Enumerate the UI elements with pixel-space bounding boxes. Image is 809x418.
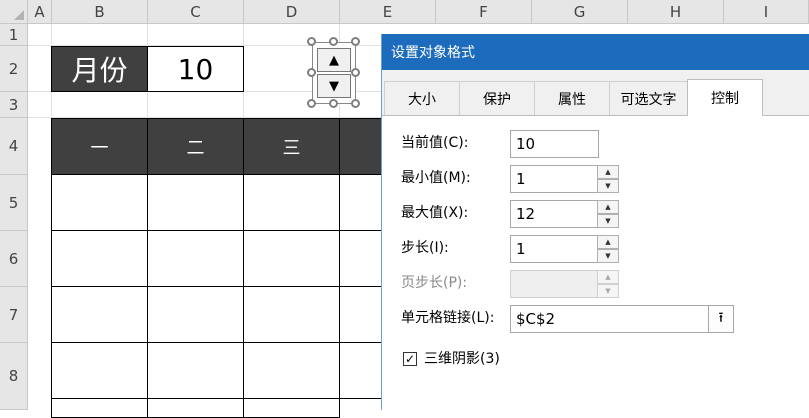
checkmark-icon: ✓	[404, 352, 416, 366]
triangle-up-icon: ▲	[605, 168, 611, 176]
column-header-i[interactable]: I	[724, 0, 809, 24]
table-cell[interactable]	[51, 286, 148, 343]
current-value-input[interactable]: 10	[510, 130, 599, 158]
table-cell[interactable]	[51, 398, 148, 418]
row-header-8[interactable]: 8	[0, 343, 28, 410]
min-value-stepper[interactable]: ▲ ▼	[597, 165, 619, 193]
row-header-3[interactable]: 3	[0, 92, 28, 118]
column-header-h[interactable]: H	[628, 0, 724, 24]
stepper-down-button: ▼	[597, 284, 619, 298]
tab-alt-text[interactable]: 可选文字	[609, 81, 688, 115]
row-header-4[interactable]: 4	[0, 118, 28, 175]
select-all-corner[interactable]	[0, 0, 28, 24]
column-header-b[interactable]: B	[52, 0, 148, 24]
table-cell[interactable]	[243, 398, 340, 418]
spin-button-control[interactable]: ▲ ▼	[312, 42, 356, 104]
row-header-7[interactable]: 7	[0, 287, 28, 343]
3d-shading-label[interactable]: 三维阴影(3)	[424, 348, 500, 368]
format-object-dialog: 设置对象格式 大小 保护 属性 可选文字 控制 当前值(C): 10 最小值(M…	[381, 34, 809, 410]
triangle-down-icon: ▼	[605, 182, 611, 190]
step-input[interactable]: 1	[510, 235, 598, 263]
min-value-label: 最小值(M):	[401, 170, 471, 186]
table-header-cell[interactable]: 二	[147, 118, 244, 175]
resize-handle[interactable]	[329, 99, 338, 108]
tab-properties[interactable]: 属性	[534, 81, 610, 115]
max-value-stepper[interactable]: ▲ ▼	[597, 200, 619, 228]
month-label-cell[interactable]: 月份	[51, 46, 148, 92]
cell-link-label: 单元格链接(L):	[401, 310, 495, 326]
table-cell[interactable]	[51, 174, 148, 231]
table-cell[interactable]	[147, 174, 244, 231]
column-header-c[interactable]: C	[148, 0, 244, 24]
tab-control[interactable]: 控制	[687, 79, 763, 116]
table-header-cell[interactable]: 三	[243, 118, 340, 175]
stepper-up-button[interactable]: ▲	[597, 200, 619, 214]
current-value-label: 当前值(C):	[401, 135, 469, 151]
step-stepper[interactable]: ▲ ▼	[597, 235, 619, 263]
stepper-down-button[interactable]: ▼	[597, 249, 619, 263]
table-cell[interactable]	[243, 286, 340, 343]
table-cell[interactable]	[147, 286, 244, 343]
tab-protection[interactable]: 保护	[459, 81, 535, 115]
table-cell[interactable]	[243, 230, 340, 287]
triangle-up-icon: ▲	[605, 273, 611, 281]
triangle-down-icon: ▼	[329, 78, 339, 94]
month-value-cell[interactable]: 10	[147, 46, 244, 92]
stepper-down-button[interactable]: ▼	[597, 179, 619, 193]
tab-size[interactable]: 大小	[384, 81, 460, 115]
table-cell[interactable]	[51, 230, 148, 287]
table-cell[interactable]	[243, 174, 340, 231]
resize-handle[interactable]	[329, 37, 338, 46]
stepper-up-button[interactable]: ▲	[597, 235, 619, 249]
triangle-up-icon: ▲	[329, 52, 339, 68]
upload-arrow-icon: ⭱	[718, 310, 724, 326]
row-header-2[interactable]: 2	[0, 46, 28, 92]
table-cell[interactable]	[51, 342, 148, 399]
triangle-up-icon: ▲	[605, 238, 611, 246]
3d-shading-checkbox[interactable]: ✓	[403, 352, 417, 366]
resize-handle[interactable]	[307, 68, 316, 77]
row-header-5[interactable]: 5	[0, 175, 28, 231]
triangle-down-icon: ▼	[605, 287, 611, 295]
row-header-1[interactable]: 1	[0, 24, 28, 46]
stepper-down-button[interactable]: ▼	[597, 214, 619, 228]
max-value-input[interactable]: 12	[510, 200, 598, 228]
row-header-6[interactable]: 6	[0, 231, 28, 287]
max-value-label: 最大值(X):	[401, 205, 469, 221]
table-cell[interactable]	[147, 398, 244, 418]
triangle-down-icon: ▼	[605, 252, 611, 260]
range-select-button[interactable]: ⭱	[708, 305, 734, 333]
page-step-input	[510, 270, 598, 298]
spin-down-button[interactable]: ▼	[317, 74, 351, 98]
resize-handle[interactable]	[307, 99, 316, 108]
column-header-a[interactable]: A	[28, 0, 52, 24]
table-header-cell[interactable]: 一	[51, 118, 148, 175]
column-header-e[interactable]: E	[340, 0, 436, 24]
resize-handle[interactable]	[307, 37, 316, 46]
page-step-label: 页步长(P):	[401, 275, 468, 291]
spin-up-button[interactable]: ▲	[317, 48, 351, 72]
cell-link-input[interactable]: $C$2	[510, 305, 709, 333]
resize-handle[interactable]	[351, 68, 360, 77]
step-label: 步长(I):	[401, 240, 449, 256]
resize-handle[interactable]	[351, 37, 360, 46]
dialog-title-bar[interactable]: 设置对象格式	[382, 34, 809, 70]
dialog-title: 设置对象格式	[391, 45, 475, 61]
table-cell[interactable]	[243, 342, 340, 399]
resize-handle[interactable]	[351, 99, 360, 108]
page-step-stepper: ▲ ▼	[597, 270, 619, 298]
column-header-g[interactable]: G	[532, 0, 628, 24]
min-value-input[interactable]: 1	[510, 165, 598, 193]
control-tab-panel: 当前值(C): 10 最小值(M): 1 ▲ ▼ 最大值(X): 12 ▲ ▼ …	[382, 115, 809, 410]
triangle-up-icon: ▲	[605, 203, 611, 211]
table-cell[interactable]	[147, 230, 244, 287]
table-cell[interactable]	[147, 342, 244, 399]
column-header-d[interactable]: D	[244, 0, 340, 24]
stepper-up-button: ▲	[597, 270, 619, 284]
stepper-up-button[interactable]: ▲	[597, 165, 619, 179]
column-header-f[interactable]: F	[436, 0, 532, 24]
triangle-down-icon: ▼	[605, 217, 611, 225]
